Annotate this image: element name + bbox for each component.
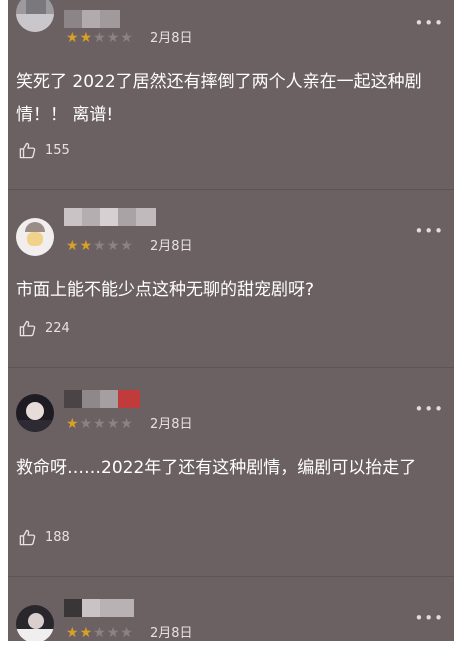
star-icon: ★ — [93, 625, 106, 641]
like-count: 155 — [45, 143, 70, 158]
star-icon: ★ — [106, 416, 120, 432]
more-icon[interactable]: ••• — [414, 14, 444, 32]
more-icon[interactable]: ••• — [414, 609, 444, 627]
rating-stars: ★ ★ ★ ★ ★ — [66, 625, 133, 641]
star-icon: ★ — [93, 416, 106, 432]
comment-item: ★ ★ ★ ★ ★ 2月8日 ••• 救命呀……2022年了还有这种剧情，编剧可以抬走了… — [8, 368, 454, 577]
star-icon: ★ — [106, 30, 120, 46]
like-count: 188 — [45, 530, 70, 545]
like-count: 224 — [45, 321, 70, 336]
like-button[interactable]: 155 — [18, 141, 70, 160]
star-icon: ★ — [66, 238, 79, 254]
star-icon: ★ — [79, 238, 93, 254]
more-icon[interactable]: ••• — [414, 222, 444, 240]
star-icon: ★ — [79, 625, 93, 641]
username-pixelated[interactable] — [64, 390, 140, 408]
more-icon[interactable]: ••• — [414, 400, 444, 418]
comment-text: 市面上能不能少点这种无聊的甜宠剧呀? — [16, 280, 315, 300]
thumbs-up-icon — [19, 142, 36, 159]
comment-text: 笑死了 2022了居然还有摔倒了两个人亲在一起这种剧情！！ 离谱! — [16, 72, 422, 125]
comment-item: ★ ★ ★ ★ ★ 2月8日 ••• — [8, 577, 454, 641]
star-icon: ★ — [120, 625, 133, 641]
like-button[interactable]: 224 — [18, 319, 70, 338]
comment-date: 2月8日 — [150, 239, 193, 254]
avatar[interactable] — [16, 218, 54, 256]
username-pixelated[interactable] — [64, 208, 156, 226]
star-icon: ★ — [93, 30, 106, 46]
comment-date: 2月8日 — [150, 417, 193, 432]
avatar[interactable] — [16, 605, 54, 641]
star-icon: ★ — [120, 30, 133, 46]
star-icon: ★ — [66, 30, 79, 46]
star-icon: ★ — [66, 625, 79, 641]
avatar[interactable] — [16, 394, 54, 432]
comment-text: 救命呀……2022年了还有这种剧情，编剧可以抬走了 — [16, 458, 417, 478]
star-icon: ★ — [79, 30, 93, 46]
username-pixelated[interactable] — [64, 10, 120, 28]
like-button[interactable]: 188 — [18, 528, 70, 547]
star-icon: ★ — [120, 416, 133, 432]
star-icon: ★ — [79, 416, 93, 432]
avatar[interactable] — [16, 0, 54, 32]
username-pixelated[interactable] — [64, 599, 134, 617]
comment-date: 2月8日 — [150, 31, 193, 46]
comment-date: 2月8日 — [150, 626, 193, 641]
comment-item: ★ ★ ★ ★ ★ 2月8日 ••• 笑死了 2022了居然还有摔倒了两个人亲在一起这种… — [8, 0, 454, 190]
thumbs-up-icon — [19, 529, 36, 546]
star-icon: ★ — [106, 625, 120, 641]
star-icon: ★ — [93, 238, 106, 254]
thumbs-up-icon — [19, 320, 36, 337]
rating-stars: ★ ★ ★ ★ ★ — [66, 416, 133, 432]
star-icon: ★ — [106, 238, 120, 254]
star-icon: ★ — [66, 416, 79, 432]
star-icon: ★ — [120, 238, 133, 254]
rating-stars: ★ ★ ★ ★ ★ — [66, 30, 133, 46]
comment-item: ★ ★ ★ ★ ★ 2月8日 ••• 市面上能不能少点这种无聊的甜宠剧呀? 224 — [8, 190, 454, 368]
rating-stars: ★ ★ ★ ★ ★ — [66, 238, 133, 254]
comment-list: ★ ★ ★ ★ ★ 2月8日 ••• 笑死了 2022了居然还有摔倒了两个人亲在一起这种… — [8, 0, 454, 641]
